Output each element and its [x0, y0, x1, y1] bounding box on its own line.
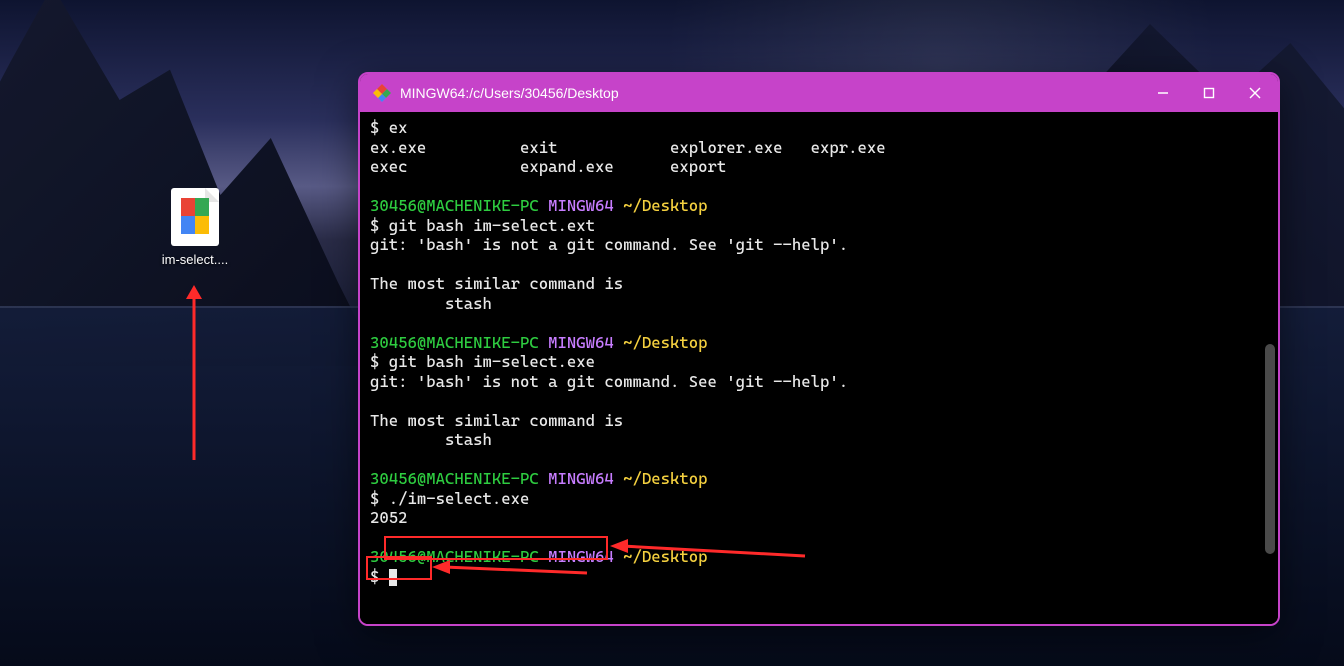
close-button[interactable]: [1232, 74, 1278, 112]
annotation-arrow-up-to-icon: [182, 285, 206, 465]
term-line: $ git bash im-select.ext: [370, 216, 595, 235]
maximize-button[interactable]: [1186, 74, 1232, 112]
window-titlebar[interactable]: MINGW64:/c/Users/30456/Desktop: [360, 74, 1278, 112]
app-icon: [372, 83, 392, 103]
term-line: $: [370, 567, 397, 586]
term-output: 2052: [370, 508, 408, 527]
desktop-file-icon[interactable]: im-select....: [150, 188, 240, 267]
term-prompt-line: 30456@MACHENIKE-PC MINGW64 ~/Desktop: [370, 196, 708, 215]
term-line: The most similar command is: [370, 274, 623, 293]
term-line: $ git bash im-select.exe: [370, 352, 595, 371]
term-line: $ ex: [370, 118, 408, 137]
term-line: git: 'bash' is not a git command. See 'g…: [370, 235, 848, 254]
term-line: $ ./im-select.exe: [370, 489, 529, 508]
minimize-button[interactable]: [1140, 74, 1186, 112]
term-line: stash: [370, 294, 492, 313]
terminal-window: MINGW64:/c/Users/30456/Desktop $ ex ex.e…: [358, 72, 1280, 626]
terminal-cursor: [389, 569, 397, 586]
annotation-arrow-to-command: [610, 536, 810, 562]
file-icon-graphic: [171, 188, 219, 246]
term-prompt-line: 30456@MACHENIKE-PC MINGW64 ~/Desktop: [370, 469, 708, 488]
term-line: exec expand.exe export: [370, 157, 726, 176]
window-title: MINGW64:/c/Users/30456/Desktop: [400, 85, 619, 101]
term-line: git: 'bash' is not a git command. See 'g…: [370, 372, 848, 391]
terminal-content[interactable]: $ ex ex.exe exit explorer.exe expr.exe e…: [360, 112, 1278, 624]
terminal-scrollbar[interactable]: [1265, 344, 1275, 554]
term-line: stash: [370, 430, 492, 449]
term-prompt-line: 30456@MACHENIKE-PC MINGW64 ~/Desktop: [370, 333, 708, 352]
annotation-arrow-to-output: [432, 558, 592, 580]
term-line: ex.exe exit explorer.exe expr.exe: [370, 138, 886, 157]
desktop-file-label: im-select....: [150, 252, 240, 267]
term-line: The most similar command is: [370, 411, 623, 430]
